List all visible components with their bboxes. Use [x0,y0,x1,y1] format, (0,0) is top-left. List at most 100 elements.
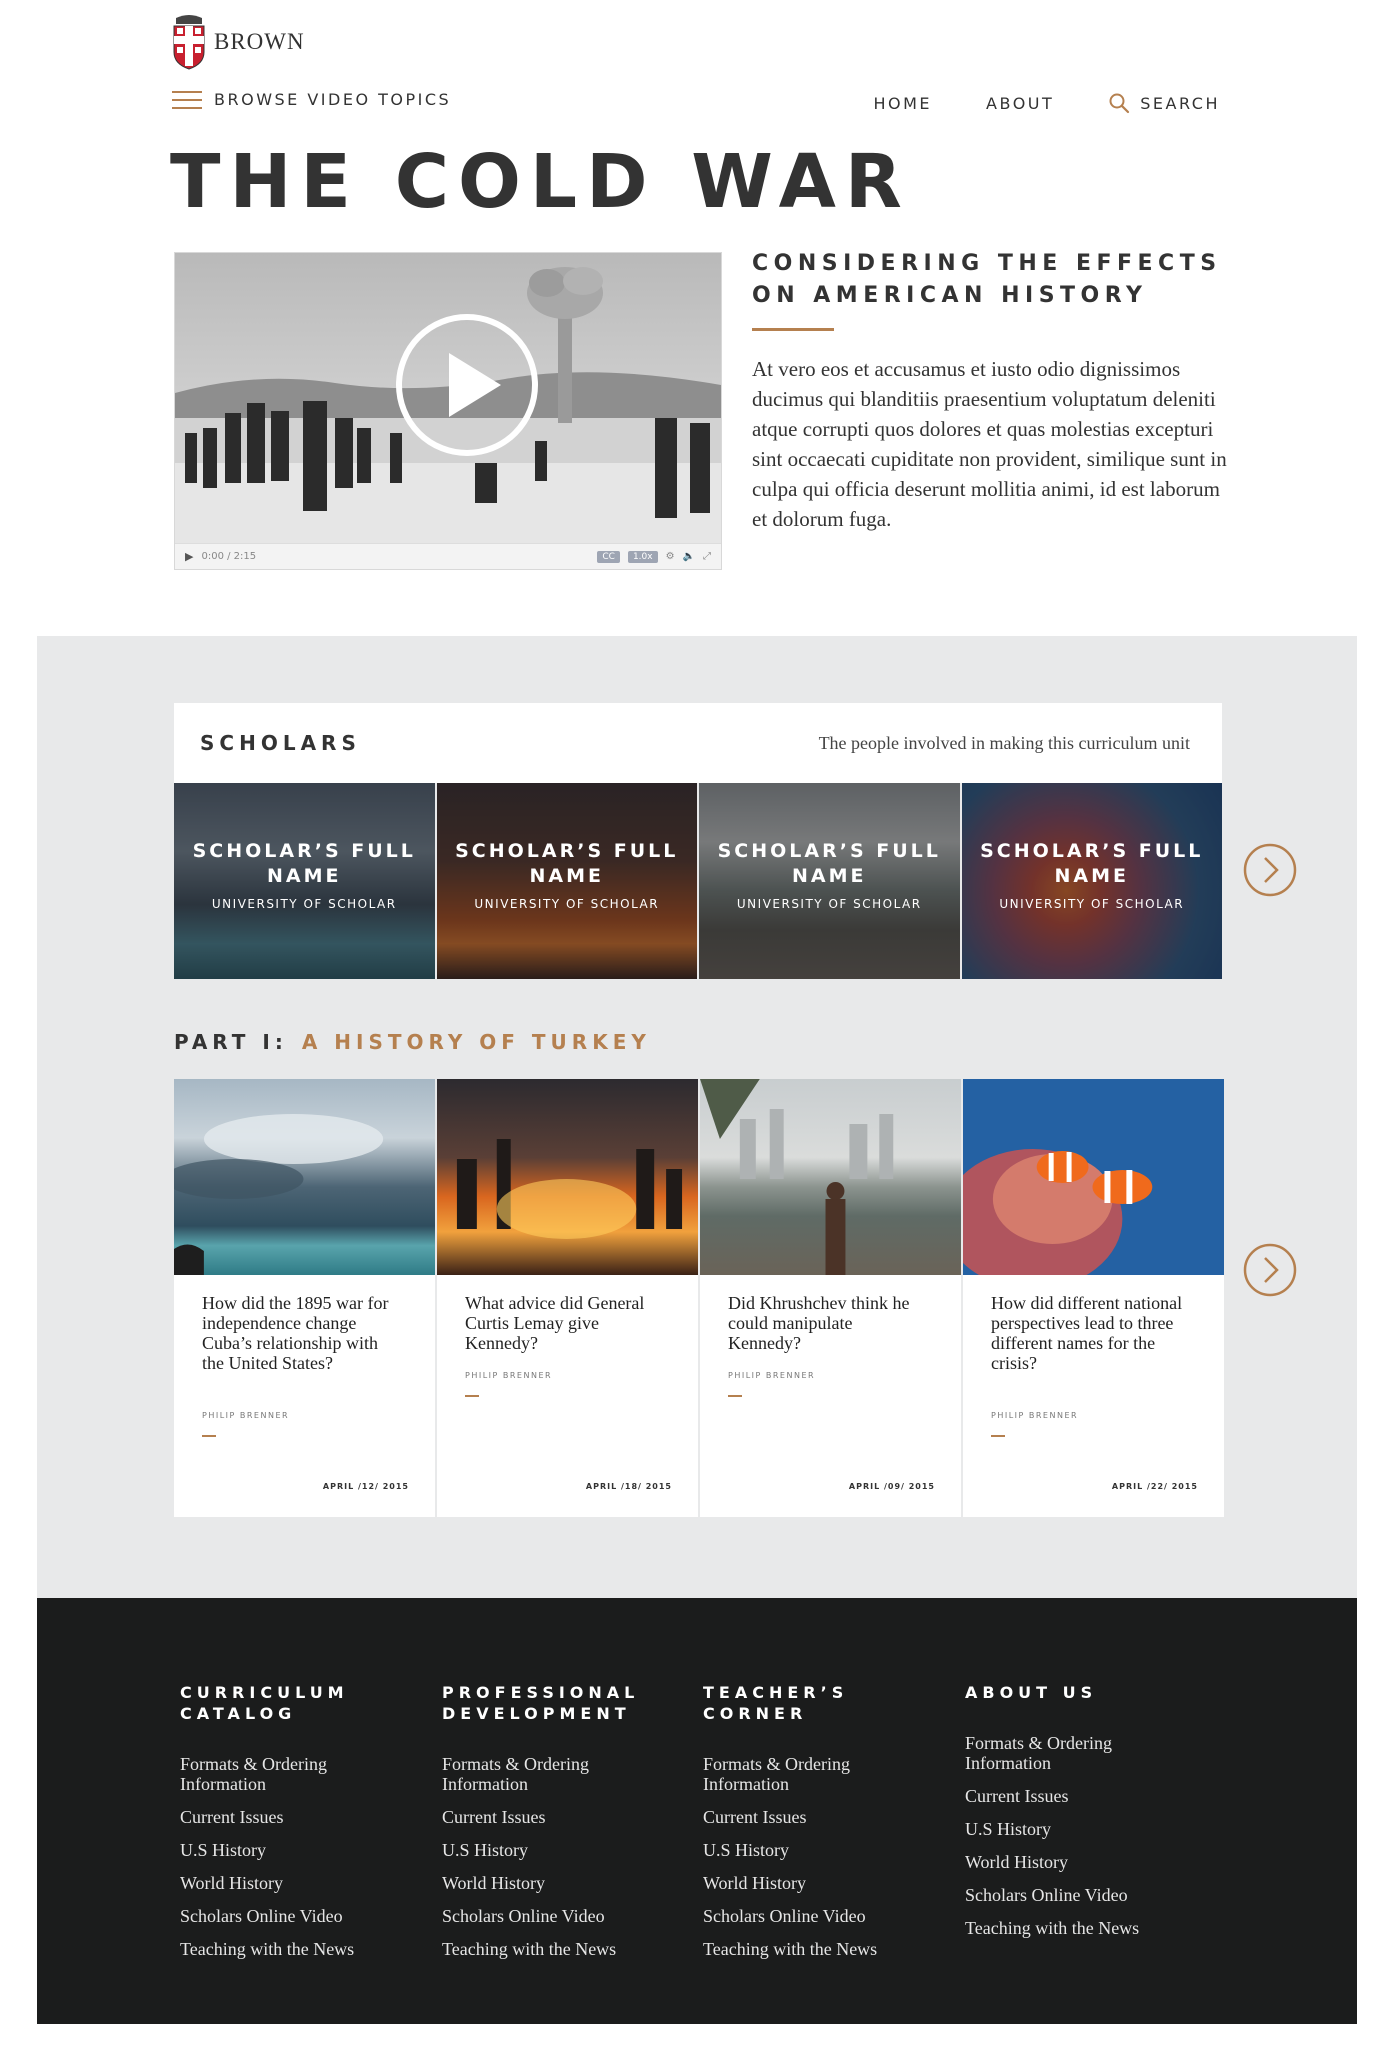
footer-column-curriculum: CURRICULUM CATALOG Formats & Ordering In… [180,1682,400,1972]
brown-shield-icon [173,15,205,70]
footer-link[interactable]: Scholars Online Video [965,1885,1185,1905]
footer-link[interactable]: World History [442,1873,662,1893]
footer-link[interactable]: Formats & Ordering Information [703,1754,923,1794]
footer-link[interactable]: World History [180,1873,400,1893]
page-title: THE COLD WAR [170,139,911,225]
card-date: APRIL /18/ 2015 [585,1482,672,1491]
card-date: APRIL /12/ 2015 [322,1482,409,1491]
footer-link[interactable]: Teaching with the News [180,1939,400,1959]
nav-about-label: ABOUT [986,93,1055,113]
nav-search-label: SEARCH [1140,93,1220,113]
footer-column-about: ABOUT US Formats & Ordering Information … [965,1682,1185,1951]
card-author: PHILIP BRENNER [728,1371,816,1380]
scholar-card[interactable]: SCHOLAR’S FULL NAME UNIVERSITY OF SCHOLA… [961,783,1222,979]
scholar-name: SCHOLAR’S FULL NAME [717,840,941,887]
footer-link[interactable]: U.S History [965,1819,1185,1839]
nav-home-link[interactable]: HOME [874,92,933,114]
card-date: APRIL /09/ 2015 [848,1482,935,1491]
site-footer: CURRICULUM CATALOG Formats & Ordering In… [37,1598,1357,2024]
video-player[interactable]: ▶ 0:00 / 2:15 CC 1.0x ⚙ 🔈 ⤢ [174,252,722,570]
card-divider [728,1395,742,1397]
scholar-name: SCHOLAR’S FULL NAME [980,840,1204,887]
video-card[interactable]: What advice did General Curtis Lemay giv… [437,1079,698,1517]
part-label: PART I: [174,1030,288,1054]
footer-heading: PROFESSIONAL DEVELOPMENT [442,1683,640,1723]
footer-link[interactable]: Scholars Online Video [442,1906,662,1926]
footer-link[interactable]: Scholars Online Video [703,1906,923,1926]
settings-icon[interactable]: ⚙ [666,551,675,562]
intro-paragraph: At vero eos et accusamus et iusto odio d… [752,357,1227,531]
nav-home-label: HOME [873,93,933,113]
footer-link[interactable]: Teaching with the News [965,1918,1185,1938]
video-cards: How did the 1895 war for independence ch… [174,1079,1224,1517]
card-author: PHILIP BRENNER [202,1411,290,1420]
closed-captions-button[interactable]: CC [597,550,620,563]
card-date: APRIL /22/ 2015 [1111,1482,1198,1491]
scholar-university: UNIVERSITY OF SCHOLAR [474,897,660,911]
nav-about-link[interactable]: ABOUT [986,92,1054,114]
card-image [700,1079,961,1275]
search-icon [1109,93,1130,114]
top-navigation: HOME ABOUT SEARCH [874,92,1221,114]
footer-link[interactable]: Scholars Online Video [180,1906,400,1926]
footer-link[interactable]: Formats & Ordering Information [180,1754,400,1794]
video-card[interactable]: Did Khrushchev think he could manipulate… [700,1079,961,1517]
footer-heading: TEACHER’S CORNER [703,1683,849,1723]
scholar-card[interactable]: SCHOLAR’S FULL NAME UNIVERSITY OF SCHOLA… [699,783,960,979]
footer-link[interactable]: Current Issues [442,1807,662,1827]
footer-link[interactable]: Current Issues [965,1786,1185,1806]
card-image [174,1079,435,1275]
footer-column-teachers: TEACHER’S CORNER Formats & Ordering Info… [703,1682,923,1972]
footer-link[interactable]: Teaching with the News [703,1939,923,1959]
card-author: PHILIP BRENNER [991,1411,1079,1420]
fullscreen-icon[interactable]: ⤢ [703,551,711,562]
section-subtitle: CONSIDERING THE EFFECTS ON AMERICAN HIST… [752,251,1222,308]
scholar-university: UNIVERSITY OF SCHOLAR [999,897,1185,911]
footer-link[interactable]: Formats & Ordering Information [965,1733,1185,1773]
card-question: How did different national perspectives … [991,1293,1183,1373]
cards-next-button[interactable] [1243,1243,1297,1297]
scholar-university: UNIVERSITY OF SCHOLAR [211,897,397,911]
hamburger-icon [172,90,202,109]
footer-link[interactable]: U.S History [703,1840,923,1860]
footer-link[interactable]: Teaching with the News [442,1939,662,1959]
footer-link[interactable]: World History [703,1873,923,1893]
play-icon[interactable] [393,311,541,459]
card-divider [202,1435,216,1437]
video-card[interactable]: How did different national perspectives … [963,1079,1224,1517]
scholar-card[interactable]: SCHOLAR’S FULL NAME UNIVERSITY OF SCHOLA… [436,783,697,979]
brand-logo[interactable]: BROWN [172,14,305,70]
card-question: What advice did General Curtis Lemay giv… [465,1293,645,1353]
volume-icon[interactable]: 🔈 [683,551,695,562]
scholar-name: SCHOLAR’S FULL NAME [455,840,679,887]
browse-label: BROWSE VIDEO TOPICS [214,90,452,109]
footer-link[interactable]: U.S History [442,1840,662,1860]
video-card[interactable]: How did the 1895 war for independence ch… [174,1079,435,1517]
footer-link[interactable]: World History [965,1852,1185,1872]
card-image [437,1079,698,1275]
scholars-title: SCHOLARS [200,731,361,755]
nav-search-button[interactable]: SEARCH [1108,92,1220,114]
scholars-header: SCHOLARS The people involved in making t… [174,703,1222,783]
card-question: How did the 1895 war for independence ch… [202,1293,389,1373]
scholar-card[interactable]: SCHOLAR’S FULL NAME UNIVERSITY OF SCHOLA… [174,783,435,979]
card-image [963,1079,1224,1275]
scholars-carousel: SCHOLAR’S FULL NAME UNIVERSITY OF SCHOLA… [174,783,1222,979]
footer-column-professional: PROFESSIONAL DEVELOPMENT Formats & Order… [442,1682,662,1972]
play-small-icon[interactable]: ▶ [185,550,193,563]
scholars-note: The people involved in making this curri… [818,732,1190,753]
part-title: A HISTORY OF TURKEY [301,1030,651,1054]
scholar-university: UNIVERSITY OF SCHOLAR [736,897,922,911]
browse-video-topics-button[interactable]: BROWSE VIDEO TOPICS [172,90,451,109]
scholar-name: SCHOLAR’S FULL NAME [192,840,416,887]
subtitle-divider [752,328,834,331]
scholars-next-button[interactable] [1243,843,1297,897]
card-question: Did Khrushchev think he could manipulate… [728,1293,910,1353]
video-time: 0:00 / 2:15 [201,551,257,562]
footer-link[interactable]: Current Issues [703,1807,923,1827]
footer-link[interactable]: U.S History [180,1840,400,1860]
video-controls: ▶ 0:00 / 2:15 CC 1.0x ⚙ 🔈 ⤢ [175,543,721,569]
footer-link[interactable]: Formats & Ordering Information [442,1754,662,1794]
playback-speed-button[interactable]: 1.0x [627,550,658,563]
footer-link[interactable]: Current Issues [180,1807,400,1827]
